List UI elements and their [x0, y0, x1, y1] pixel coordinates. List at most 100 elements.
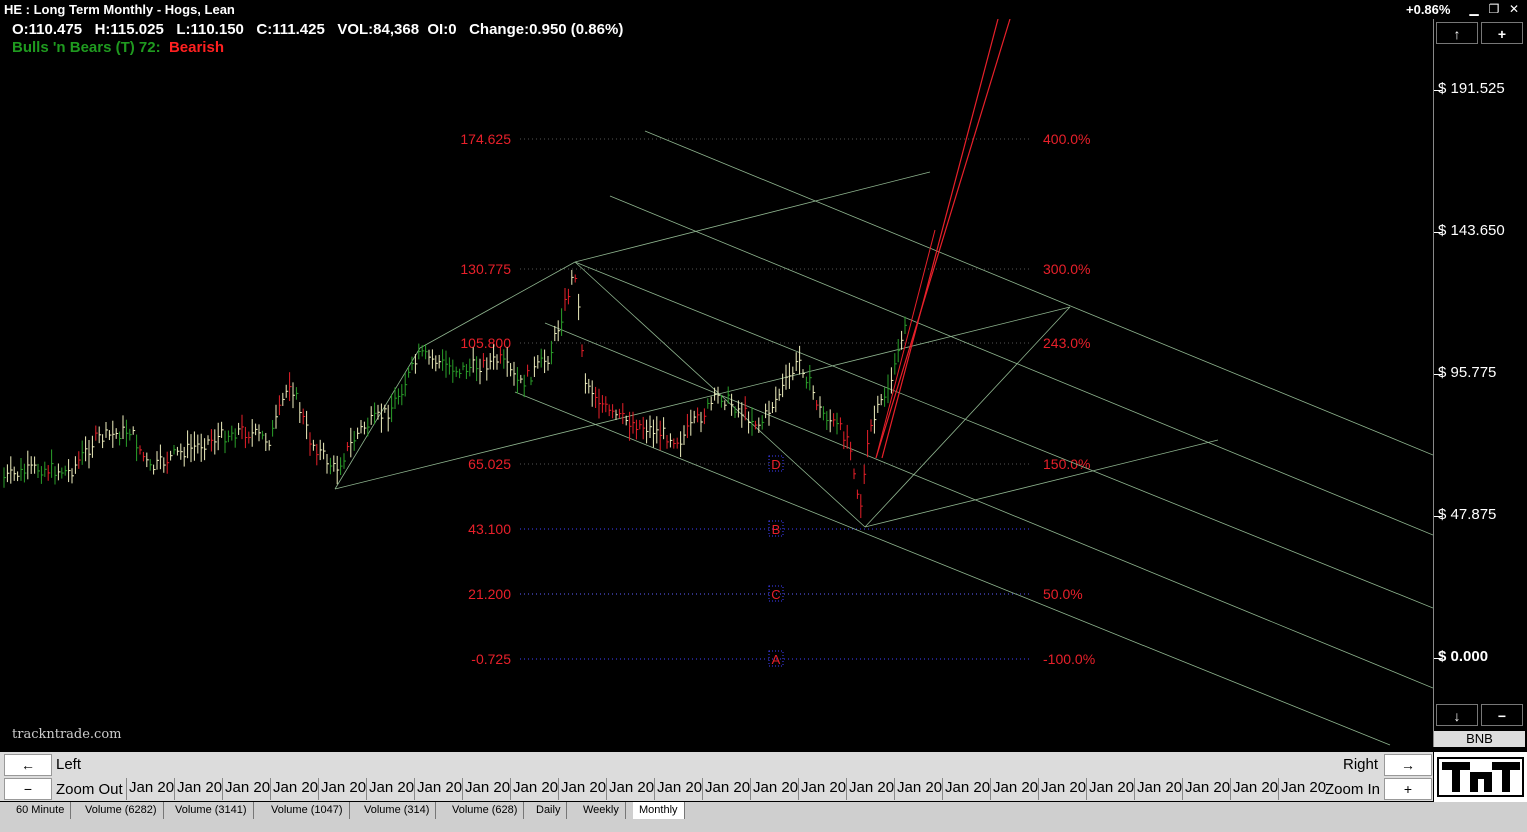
date-label: Jan 20 [513, 779, 559, 796]
date-separator [462, 778, 463, 800]
trend-line [644, 130, 1433, 456]
level-price: 65.025 [468, 456, 511, 472]
date-separator [654, 778, 655, 800]
zoom-in-label: Zoom In [1325, 781, 1381, 798]
projection-line [881, 19, 999, 459]
level-price: -0.725 [471, 651, 511, 667]
date-separator [990, 778, 991, 800]
date-label: Jan 20 [321, 779, 367, 796]
axis-label: $ 0.000 [1438, 648, 1489, 665]
date-label: Jan 20 [177, 779, 223, 796]
tab-volume-628[interactable]: Volume (628) [446, 802, 525, 819]
date-separator [846, 778, 847, 800]
date-label: Jan 20 [897, 779, 943, 796]
restore-icon[interactable]: ❐ [1486, 2, 1502, 16]
date-label: Jan 20 [657, 779, 703, 796]
level-price: 130.775 [460, 261, 511, 277]
tab-daily[interactable]: Daily [530, 802, 568, 819]
date-label: Jan 20 [993, 779, 1039, 796]
date-separator [750, 778, 751, 800]
date-separator [126, 778, 127, 800]
high-value: H:115.025 [94, 21, 164, 38]
tab-volume-1047[interactable]: Volume (1047) [265, 802, 350, 819]
axis-label: $ 95.775 [1438, 364, 1497, 381]
indicator-readout: Bulls 'n Bears (T) 72: Bearish [12, 39, 224, 56]
date-separator [942, 778, 943, 800]
date-label: Jan 20 [753, 779, 799, 796]
zoom-out-button[interactable]: − [4, 778, 52, 800]
date-separator [798, 778, 799, 800]
close-icon[interactable]: ✕ [1506, 2, 1522, 16]
trend-line [864, 306, 1071, 528]
axis-label: $ 143.650 [1438, 222, 1505, 239]
trend-line [574, 171, 931, 263]
date-separator [270, 778, 271, 800]
scroll-up-button[interactable]: ↑ [1436, 22, 1478, 44]
arrow-right-icon: → [1401, 757, 1415, 773]
price-axis[interactable] [1433, 19, 1527, 747]
scale-compress-button[interactable]: − [1481, 704, 1523, 726]
zoom-in-button[interactable]: + [1384, 778, 1432, 800]
date-separator [222, 778, 223, 800]
arrow-up-icon: ↑ [1453, 26, 1461, 42]
date-label: Jan 20 [225, 779, 271, 796]
date-separator [894, 778, 895, 800]
level-percent: 243.0% [1043, 335, 1090, 351]
date-separator [702, 778, 703, 800]
trend-line [609, 195, 1433, 536]
date-label: Jan 20 [465, 779, 511, 796]
minus-icon: − [1497, 708, 1507, 724]
tab-volume-314[interactable]: Volume (314) [358, 802, 437, 819]
indicator-state: Bearish [168, 39, 224, 56]
date-label: Jan 20 [561, 779, 607, 796]
change-value: Change:0.950 (0.86%) [469, 21, 624, 38]
date-label: Jan 20 [129, 779, 175, 796]
level-percent: 400.0% [1043, 131, 1090, 147]
scroll-left-button[interactable]: ← [4, 754, 52, 776]
date-label: Jan 20 [1137, 779, 1183, 796]
arrow-down-icon: ↓ [1453, 708, 1461, 724]
level-percent: -100.0% [1043, 651, 1095, 667]
point-marker: A [772, 652, 781, 667]
tab-weekly[interactable]: Weekly [577, 802, 626, 819]
watermark: trackntrade.com [12, 727, 122, 742]
date-label: Jan 20 [849, 779, 895, 796]
level-percent: 50.0% [1043, 586, 1083, 602]
minus-icon: − [23, 781, 33, 797]
date-separator [414, 778, 415, 800]
trend-line [514, 391, 1391, 746]
date-separator [318, 778, 319, 800]
tab-monthly[interactable]: Monthly [633, 802, 685, 819]
date-label: Jan 20 [801, 779, 847, 796]
date-label: Jan 20 [1089, 779, 1135, 796]
indicator-name: Bulls 'n Bears (T) 72: [12, 39, 161, 56]
date-label: Jan 20 [705, 779, 751, 796]
date-separator [558, 778, 559, 800]
scroll-down-button[interactable]: ↓ [1436, 704, 1478, 726]
change-percent: +0.86% [1406, 2, 1451, 17]
tab-60-minute[interactable]: 60 Minute [10, 802, 72, 819]
level-price: 105.800 [460, 335, 511, 351]
level-percent: 150.0% [1043, 456, 1090, 472]
level-price: 21.200 [468, 586, 511, 602]
arrow-left-icon: ← [21, 757, 35, 773]
date-label: Jan 20 [945, 779, 991, 796]
bnb-label[interactable]: BNB [1434, 731, 1525, 747]
point-marker: B [772, 522, 781, 537]
date-separator [1230, 778, 1231, 800]
projection-line [875, 229, 936, 459]
date-separator [1278, 778, 1279, 800]
tab-volume-6282[interactable]: Volume (6282) [79, 802, 164, 819]
scale-expand-button[interactable]: + [1481, 22, 1523, 44]
tab-volume-3141[interactable]: Volume (3141) [169, 802, 254, 819]
title-bar: HE : Long Term Monthly - Hogs, Lean +0.8… [0, 0, 1527, 19]
point-marker: C [771, 587, 780, 602]
date-separator [606, 778, 607, 800]
price-chart[interactable]: 174.625 400.0% 130.775 300.0% 105.800 243.0% 6… [0, 19, 1433, 747]
scroll-right-button[interactable]: → [1384, 754, 1432, 776]
minimize-icon[interactable]: ▁ [1466, 2, 1482, 16]
date-separator [366, 778, 367, 800]
axis-label: $ 47.875 [1438, 506, 1497, 523]
date-label: Jan 20 [1233, 779, 1279, 796]
date-label: Jan 20 [1185, 779, 1231, 796]
